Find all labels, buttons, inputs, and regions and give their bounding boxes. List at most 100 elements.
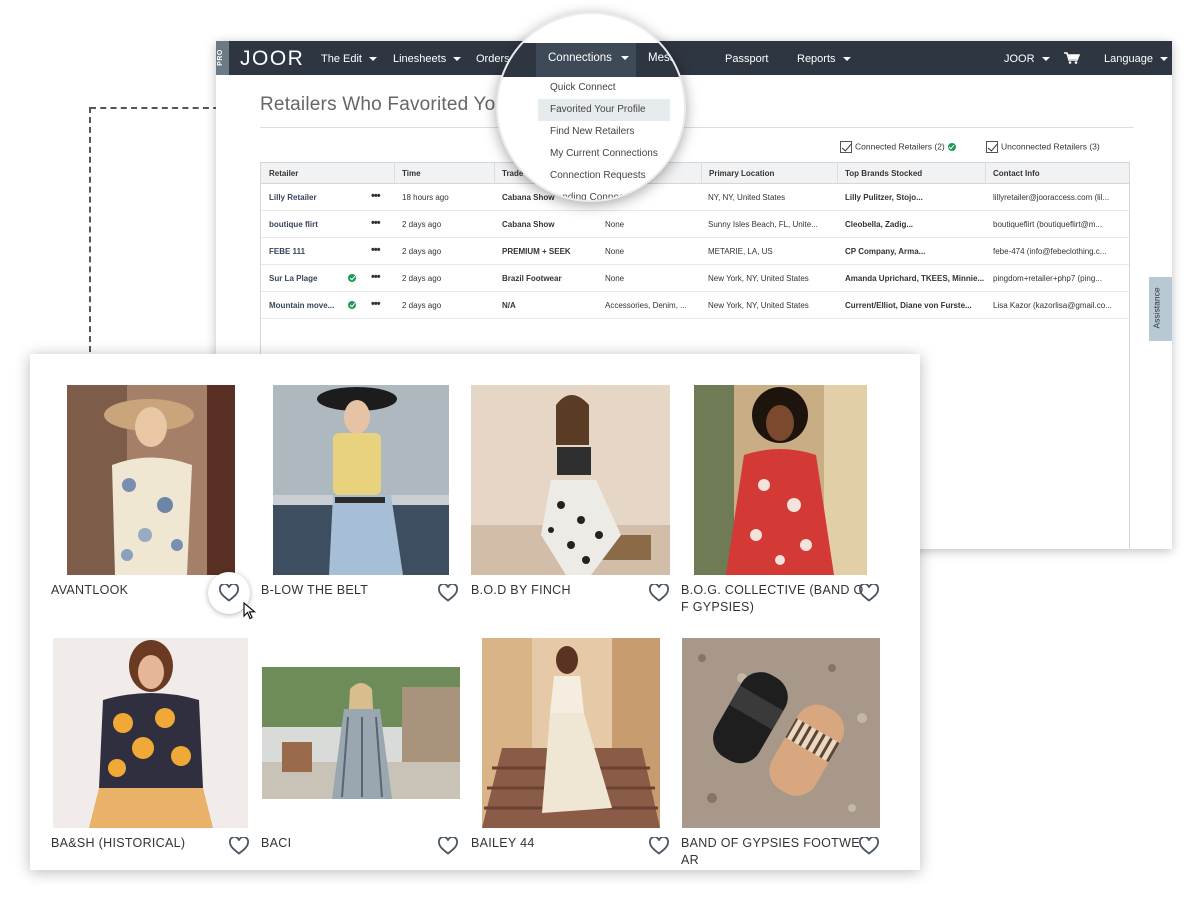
baci-brand-photo[interactable] — [262, 667, 460, 799]
time: 2 days ago — [402, 301, 442, 310]
bod-by-finch-brand-photo[interactable] — [471, 385, 670, 575]
time: 2 days ago — [402, 247, 442, 256]
more-options-icon[interactable]: ••• — [371, 244, 381, 256]
bailey-44-brand-photo[interactable] — [482, 638, 660, 828]
brand-name-line1: B.O.G. COLLECTIVE (BAND O — [681, 583, 864, 597]
col-divider — [985, 163, 986, 184]
table-header: Retailer Time Trade Primary Location Top… — [261, 163, 1129, 184]
heart-icon[interactable] — [649, 837, 669, 855]
checkbox-checked[interactable] — [986, 141, 998, 153]
brand-name[interactable]: BAILEY 44 — [471, 835, 535, 852]
location: New York, NY, United States — [708, 274, 809, 283]
nav-the-edit[interactable]: The Edit — [321, 53, 377, 65]
contact: Lisa Kazor (kazorlisa@gmail.co... — [993, 301, 1112, 310]
nav-passport[interactable]: Passport — [725, 53, 768, 65]
retailer-name[interactable]: Mountain move... — [269, 301, 345, 310]
top-brands: Current/Elliot, Diane von Furste... — [845, 301, 972, 310]
brand-name[interactable]: B-LOW THE BELT — [261, 582, 368, 599]
cursor-icon — [243, 602, 257, 620]
retailer-name[interactable]: Sur La Plage — [269, 274, 349, 283]
category: None — [605, 220, 625, 229]
retailer-name[interactable]: FEBE 111 — [269, 247, 364, 256]
col-divider — [701, 163, 702, 184]
table-row[interactable]: Mountain move... ••• 2 days ago N/A Acce… — [261, 292, 1129, 319]
assistance-tab[interactable]: Assistance — [1149, 277, 1172, 341]
location: NY, NY, United States — [708, 193, 786, 202]
retailer-name[interactable]: Lilly Retailer — [269, 193, 364, 202]
heart-icon[interactable] — [438, 837, 458, 855]
more-options-icon[interactable]: ••• — [371, 298, 381, 310]
col-brands[interactable]: Top Brands Stocked — [845, 169, 922, 178]
brand-name[interactable]: BA&SH (HISTORICAL) — [51, 835, 185, 852]
heart-icon[interactable] — [859, 837, 879, 855]
col-contact[interactable]: Contact Info — [993, 169, 1040, 178]
nav-messages[interactable]: Mess — [648, 52, 675, 64]
connector-line-vertical — [89, 107, 91, 352]
contact: febe-474 (info@febeclothing.c... — [993, 247, 1107, 256]
menu-item-pending-connections[interactable]: Pending Connections — [538, 187, 670, 200]
heart-icon[interactable] — [229, 837, 249, 855]
b-low-the-belt-brand-photo[interactable] — [273, 385, 449, 575]
nav-linesheets[interactable]: Linesheets — [393, 53, 462, 65]
category: None — [605, 274, 625, 283]
menu-item-quick-connect[interactable]: Quick Connect — [538, 77, 670, 99]
time: 2 days ago — [402, 274, 442, 283]
check-badge-icon — [947, 143, 956, 151]
location: METARIE, LA, US — [708, 247, 773, 256]
brand-name[interactable]: B.O.G. COLLECTIVE (BAND O F GYPSIES) — [681, 582, 864, 616]
col-retailer[interactable]: Retailer — [269, 169, 298, 178]
menu-item-my-current-connections[interactable]: My Current Connections — [538, 143, 670, 165]
top-brands: CP Company, Arma... — [845, 247, 926, 256]
checkbox-checked[interactable] — [840, 141, 852, 153]
brand-name-line2: F GYPSIES) — [681, 600, 755, 614]
connected-retailers-filter[interactable]: Connected Retailers (2) — [840, 141, 956, 153]
category: Accessories, Denim, ... — [605, 301, 687, 310]
chevron-down-icon — [1159, 57, 1168, 62]
heart-icon[interactable] — [649, 584, 669, 602]
bog-collective-brand-photo[interactable] — [694, 385, 867, 575]
band-of-gypsies-footwear-brand-photo[interactable] — [682, 638, 880, 828]
chevron-down-icon — [453, 57, 462, 62]
brand-name[interactable]: BACI — [261, 835, 291, 852]
table-row[interactable]: Sur La Plage ••• 2 days ago Brazil Footw… — [261, 265, 1129, 292]
chevron-down-icon — [368, 57, 377, 62]
heart-icon[interactable] — [859, 584, 879, 602]
table-row[interactable]: boutique flirt ••• 2 days ago Cabana Sho… — [261, 211, 1129, 238]
retailer-name[interactable]: boutique flirt — [269, 220, 364, 229]
bash-brand-photo[interactable] — [53, 638, 248, 828]
table-row[interactable]: FEBE 111 ••• 2 days ago PREMIUM + SEEK N… — [261, 238, 1129, 265]
nav-account[interactable]: JOOR — [1004, 53, 1050, 65]
nav-connections-label: Connections — [548, 52, 629, 64]
top-brands: Amanda Uprichard, TKEES, Minnie... — [845, 274, 985, 283]
col-location[interactable]: Primary Location — [709, 169, 774, 178]
trade: PREMIUM + SEEK — [502, 247, 571, 256]
cart-icon[interactable] — [1064, 52, 1080, 64]
contact: lillyretailer@jooraccess.com (lil... — [993, 193, 1110, 202]
col-divider — [394, 163, 395, 184]
brand-name[interactable]: B.O.D BY FINCH — [471, 582, 571, 599]
favorited-brands-panel: AVANTLOOK B-LOW THE BELT B.O.D BY FINCH — [30, 354, 920, 870]
more-options-icon[interactable]: ••• — [371, 190, 381, 202]
connections-menu-magnifier: Connections Mess Quick Connect Favorited… — [496, 12, 686, 202]
avantlook-brand-photo[interactable] — [67, 385, 235, 575]
brand-name[interactable]: BAND OF GYPSIES FOOTWE AR — [681, 835, 860, 869]
menu-item-connection-requests[interactable]: Connection Requests — [538, 165, 670, 187]
divider — [260, 127, 1134, 128]
more-options-icon[interactable]: ••• — [371, 217, 381, 229]
joor-logo[interactable]: JOOR — [240, 47, 304, 71]
brand-name-line1: BAND OF GYPSIES FOOTWE — [681, 836, 860, 850]
heart-icon[interactable] — [438, 584, 458, 602]
menu-item-find-new-retailers[interactable]: Find New Retailers — [538, 121, 670, 143]
menu-item-favorited-your-profile[interactable]: Favorited Your Profile — [538, 99, 670, 121]
location: New York, NY, United States — [708, 301, 809, 310]
brand-name[interactable]: AVANTLOOK — [51, 582, 128, 599]
heart-icon[interactable] — [219, 584, 239, 602]
trade: Cabana Show — [502, 220, 555, 229]
table-row[interactable]: Lilly Retailer ••• 18 hours ago Cabana S… — [261, 184, 1129, 211]
nav-reports[interactable]: Reports — [797, 53, 851, 65]
more-options-icon[interactable]: ••• — [371, 271, 381, 283]
page-title: Retailers Who Favorited You — [260, 94, 507, 115]
col-time[interactable]: Time — [402, 169, 421, 178]
unconnected-retailers-filter[interactable]: Unconnected Retailers (3) — [986, 141, 1100, 153]
nav-language[interactable]: Language — [1104, 53, 1168, 65]
